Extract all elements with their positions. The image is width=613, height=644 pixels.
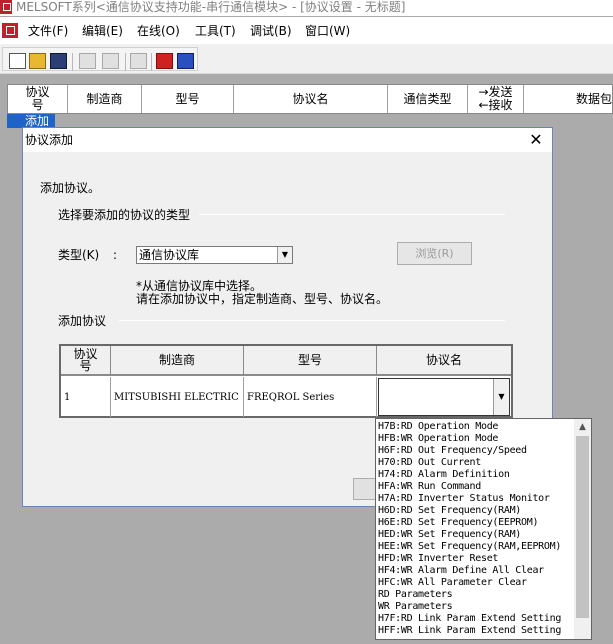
dropdown-item[interactable]: HFF:WR Link Param Extend Setting	[378, 625, 561, 637]
app-icon	[0, 0, 12, 14]
grid-col-no: 协议 号	[61, 346, 111, 376]
toolbar-separator	[125, 53, 126, 71]
toolbar-separator	[151, 53, 152, 71]
col-protocol-no-line2: 号	[31, 98, 44, 112]
dropdown-item[interactable]: H7F:RD Link Param Extend Setting	[378, 613, 561, 625]
note-line-1: *从通信协议库中选择。	[136, 279, 263, 293]
dialog-title-bar: 协议添加 ✕	[23, 128, 552, 152]
dropdown-item[interactable]: H70:RD Out Current	[378, 457, 481, 469]
dropdown-item[interactable]: HED:WR Set Frequency(RAM)	[378, 529, 521, 541]
note-line-2: 请在添加协议中，指定制造商、型号、协议名。	[136, 292, 389, 306]
monitor-icon[interactable]	[130, 53, 147, 69]
read-icon[interactable]	[177, 53, 194, 69]
chevron-down-icon[interactable]: ▼	[277, 247, 292, 263]
scrollbar-thumb[interactable]	[576, 436, 589, 618]
grid-col-no-line2: 号	[79, 359, 92, 373]
open-folder-icon[interactable]	[29, 53, 46, 69]
menu-bar: 文件(F) 编辑(E) 在线(O) 工具(T) 调试(B) 窗口(W)	[0, 17, 613, 44]
group-divider	[199, 214, 505, 215]
dropdown-item[interactable]: HFB:WR Operation Mode	[378, 433, 498, 445]
toolbar-separator	[72, 53, 73, 71]
col-maker[interactable]: 制造商	[68, 85, 142, 113]
type-colon: :	[113, 248, 118, 262]
group-divider	[119, 320, 505, 321]
grid-col-maker: 制造商	[111, 346, 244, 376]
grid-col-model: 型号	[244, 346, 377, 376]
dropdown-item[interactable]: RD Parameters	[378, 589, 453, 601]
menu-debug[interactable]: 调试(B)	[250, 23, 292, 39]
dropdown-item[interactable]: H7B:RD Operation Mode	[378, 421, 498, 433]
paste-icon[interactable]	[102, 53, 119, 69]
dropdown-item[interactable]: WR Parameters	[378, 601, 453, 613]
dropdown-item[interactable]: HF4:WR Alarm Define All Clear	[378, 565, 544, 577]
scrollbar[interactable]: ▲	[574, 419, 591, 639]
type-label: 类型(K)	[58, 248, 100, 262]
type-select-value: 通信协议库	[139, 248, 200, 262]
col-receive: ←接收	[478, 98, 513, 112]
grid-col-protocol-name: 协议名	[377, 346, 511, 376]
type-select[interactable]: 通信协议库 ▼	[136, 246, 293, 264]
copy-icon[interactable]	[79, 53, 96, 69]
dropdown-item[interactable]: H74:RD Alarm Definition	[378, 469, 510, 481]
write-icon[interactable]	[156, 53, 173, 69]
add-protocol-grid: 协议 号 制造商 型号 协议名 1 MITSUBISHI ELECTRIC FR…	[59, 344, 513, 418]
protocol-name-select[interactable]: ▼	[378, 378, 510, 416]
instruction-text: 添加协议。	[40, 181, 101, 195]
col-packet[interactable]: 数据包	[524, 85, 612, 113]
dropdown-item[interactable]: H7A:RD Inverter Status Monitor	[378, 493, 550, 505]
protocol-table-header: 协议 号 制造商 型号 协议名 通信类型 →发送 ←接收 数据包	[7, 84, 613, 114]
group-type-label: 选择要添加的协议的类型	[58, 208, 191, 222]
title-bar: MELSOFT系列<通信协议支持功能-串行通信模块> - [协议设置 - 无标题…	[0, 0, 613, 16]
dropdown-item[interactable]: H6E:RD Set Frequency(EEPROM)	[378, 517, 538, 529]
col-protocol-no[interactable]: 协议 号	[8, 85, 68, 113]
col-model[interactable]: 型号	[142, 85, 234, 113]
dropdown-item[interactable]: H6F:RD Out Frequency/Speed	[378, 445, 527, 457]
menu-file[interactable]: 文件(F)	[28, 23, 68, 39]
dropdown-item[interactable]: HFA:WR Run Command	[378, 481, 481, 493]
toolbar-strip	[2, 47, 198, 71]
chevron-down-icon[interactable]: ▼	[493, 379, 509, 415]
col-comm-type[interactable]: 通信类型	[388, 85, 468, 113]
protocol-name-dropdown: ▲ H7B:RD Operation Mode HFB:WR Operation …	[375, 418, 592, 640]
document-icon[interactable]	[2, 23, 18, 38]
grid-cell-no[interactable]: 1	[61, 377, 111, 417]
menu-window[interactable]: 窗口(W)	[305, 23, 350, 39]
add-row[interactable]: 添加	[7, 114, 55, 128]
grid-cell-maker[interactable]: MITSUBISHI ELECTRIC	[111, 377, 244, 417]
dialog-title: 协议添加	[25, 133, 74, 147]
save-icon[interactable]	[50, 53, 67, 69]
menu-online[interactable]: 在线(O)	[137, 23, 180, 39]
window-title: MELSOFT系列<通信协议支持功能-串行通信模块> - [协议设置 - 无标题…	[16, 0, 406, 14]
col-send-receive[interactable]: →发送 ←接收	[468, 85, 524, 113]
scroll-up-icon[interactable]: ▲	[574, 419, 591, 435]
group-add-label: 添加协议	[58, 314, 107, 328]
grid-cell-model[interactable]: FREQROL Series	[244, 377, 377, 417]
dropdown-item[interactable]: HEE:WR Set Frequency(RAM,EEPROM)	[378, 541, 561, 553]
col-protocol-name[interactable]: 协议名	[234, 85, 388, 113]
menu-tools[interactable]: 工具(T)	[195, 23, 236, 39]
dropdown-item[interactable]: H6D:RD Set Frequency(RAM)	[378, 505, 521, 517]
new-file-icon[interactable]	[9, 53, 26, 69]
dropdown-item[interactable]: HFC:WR All Parameter Clear	[378, 577, 527, 589]
browse-button[interactable]: 浏览(R)	[397, 242, 472, 265]
toolbar	[0, 44, 613, 74]
dropdown-item[interactable]: HFD:WR Inverter Reset	[378, 553, 498, 565]
close-icon[interactable]: ✕	[526, 130, 546, 150]
menu-edit[interactable]: 编辑(E)	[82, 23, 123, 39]
